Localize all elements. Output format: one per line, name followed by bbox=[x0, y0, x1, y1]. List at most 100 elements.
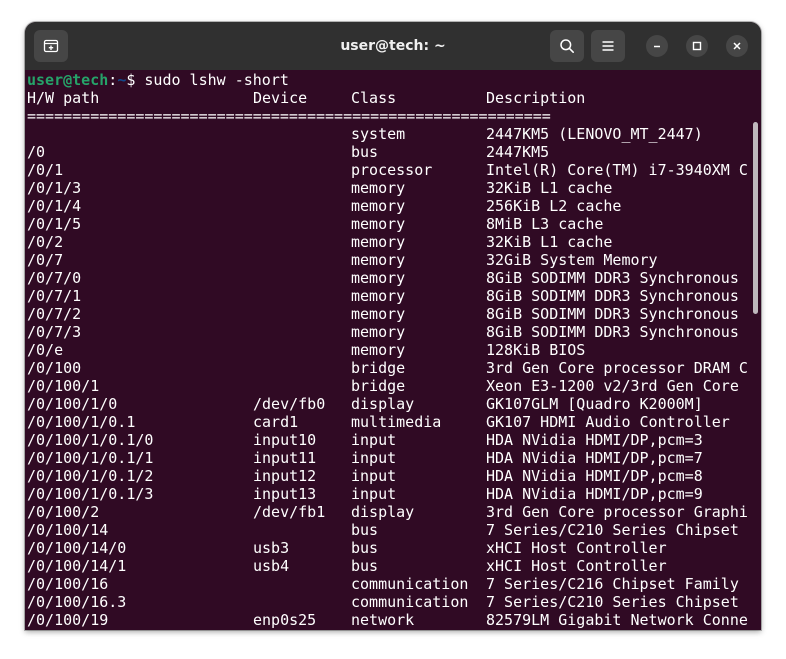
row-class: memory bbox=[351, 323, 406, 341]
table-row: /0/100/14/0 usb3 bus xHCI Host Controller bbox=[27, 539, 751, 557]
row-class: bridge bbox=[351, 377, 406, 395]
table-row: /0/100/14 bus 7 Series/C210 Series Chipset bbox=[27, 521, 751, 539]
maximize-button[interactable] bbox=[686, 35, 708, 57]
row-path: /0/100/19 bbox=[27, 611, 109, 629]
row-class: memory bbox=[351, 269, 406, 287]
minimize-icon bbox=[654, 45, 660, 48]
row-description: 2447KM5 bbox=[486, 143, 550, 161]
table-row: /0/100/14/1 usb4 bus xHCI Host Controller bbox=[27, 557, 751, 575]
row-class: memory bbox=[351, 197, 406, 215]
row-path: /0/100/14 bbox=[27, 521, 109, 539]
header-description: Description bbox=[486, 89, 586, 107]
row-class: processor bbox=[351, 161, 433, 179]
header-device: Device bbox=[253, 89, 308, 107]
row-class: bridge bbox=[351, 359, 406, 377]
row-path: /0/7 bbox=[27, 251, 64, 269]
row-description: 256KiB L2 cache bbox=[486, 197, 622, 215]
table-row: /0/100/1/0.1 card1 multimedia GK107 HDMI Au… bbox=[27, 413, 751, 431]
row-class: bus bbox=[351, 143, 379, 161]
close-button[interactable] bbox=[726, 35, 748, 57]
terminal-output[interactable]: user@tech:~$ sudo lshw -short H/W path D… bbox=[25, 70, 761, 630]
row-path: /0/100/1/0.1 bbox=[27, 413, 136, 431]
prompt-separator: : bbox=[108, 71, 118, 89]
row-description: 7 Series/C216 Chipset Family bbox=[486, 575, 739, 593]
row-path: /0/7/1 bbox=[27, 287, 82, 305]
row-description: 32KiB L1 cache bbox=[486, 179, 613, 197]
row-description: 8GiB SODIMM DDR3 Synchronous bbox=[486, 323, 739, 341]
row-description: GK107 HDMI Audio Controller bbox=[486, 413, 730, 431]
row-class: communication bbox=[351, 575, 469, 593]
table-row: /0/1/4 memory 256KiB L2 cache bbox=[27, 197, 751, 215]
row-class: memory bbox=[351, 179, 406, 197]
row-class: memory bbox=[351, 215, 406, 233]
row-path: /0/100/1/0.1/2 bbox=[27, 467, 154, 485]
row-class: memory bbox=[351, 305, 406, 323]
table-row: /0/100/1/0.1/2 input12 input HDA NVidia HDM… bbox=[27, 467, 751, 485]
row-description: xHCI Host Controller bbox=[486, 557, 667, 575]
header-class: Class bbox=[351, 89, 397, 107]
row-device: /dev/fb0 bbox=[253, 395, 326, 413]
search-button[interactable] bbox=[550, 30, 584, 62]
row-description: 32KiB L1 cache bbox=[486, 233, 613, 251]
row-class: input bbox=[351, 449, 397, 467]
row-description: Intel(R) Core(TM) i7-3940XM C bbox=[486, 161, 748, 179]
row-class: memory bbox=[351, 341, 406, 359]
row-path: /0/100/1/0.1/3 bbox=[27, 485, 154, 503]
prompt-user: user@tech bbox=[27, 71, 109, 89]
minimize-button[interactable] bbox=[646, 35, 668, 57]
row-path: /0/1/5 bbox=[27, 215, 82, 233]
row-path: /0/100/14/0 bbox=[27, 539, 127, 557]
row-device: input13 bbox=[253, 485, 317, 503]
row-path: /0/1/4 bbox=[27, 197, 82, 215]
table-row: /0/1 processor Intel(R) Core(TM) i7-3940XM… bbox=[27, 161, 751, 179]
separator-line: ========================================… bbox=[27, 107, 551, 125]
scrollbar-thumb[interactable] bbox=[753, 122, 758, 314]
row-class: input bbox=[351, 485, 397, 503]
row-path: /0/100/16 bbox=[27, 575, 109, 593]
table-header: H/W path Device Class Description bbox=[27, 89, 751, 107]
table-row: /0 bus 2447KM5 bbox=[27, 143, 751, 161]
row-device: input10 bbox=[253, 431, 317, 449]
row-description: HDA NVidia HDMI/DP,pcm=7 bbox=[486, 449, 703, 467]
row-path: /0/100/1 bbox=[27, 377, 100, 395]
row-class: bus bbox=[351, 521, 379, 539]
command-text: sudo lshw -short bbox=[135, 71, 289, 89]
prompt-path: ~ bbox=[117, 71, 127, 89]
row-description: 3rd Gen Core processor Graphi bbox=[486, 503, 748, 521]
row-device: /dev/fb1 bbox=[253, 503, 326, 521]
row-path: /0/100/14/1 bbox=[27, 557, 127, 575]
row-description: HDA NVidia HDMI/DP,pcm=9 bbox=[486, 485, 703, 503]
hamburger-menu-icon bbox=[602, 41, 614, 51]
row-path: /0/100/1/0.1/0 bbox=[27, 431, 154, 449]
terminal-window: user@tech: ~ user@tech:~$ sudo lshw -sho… bbox=[25, 22, 761, 630]
table-row: /0/100/1/0/dev/fb0 display GK107GLM [Quadr… bbox=[27, 395, 751, 413]
row-class: multimedia bbox=[351, 413, 442, 431]
row-description: 8MiB L3 cache bbox=[486, 215, 604, 233]
row-path: /0/100/16.3 bbox=[27, 593, 127, 611]
new-tab-button[interactable] bbox=[34, 30, 68, 62]
prompt-line: user@tech:~$ sudo lshw -short bbox=[27, 71, 289, 89]
row-path: /0/100 bbox=[27, 359, 82, 377]
row-class: system bbox=[351, 125, 406, 143]
row-description: 8GiB SODIMM DDR3 Synchronous bbox=[486, 269, 739, 287]
menu-button[interactable] bbox=[591, 30, 625, 62]
row-class: input bbox=[351, 431, 397, 449]
title-bar[interactable]: user@tech: ~ bbox=[25, 22, 761, 70]
row-description: 7 Series/C210 Series Chipset bbox=[486, 593, 739, 611]
row-description: 2447KM5 (LENOVO_MT_2447) bbox=[486, 125, 703, 143]
row-description: xHCI Host Controller bbox=[486, 539, 667, 557]
row-description: 3rd Gen Core processor DRAM C bbox=[486, 359, 748, 377]
row-description: 32GiB System Memory bbox=[486, 251, 658, 269]
row-class: memory bbox=[351, 251, 406, 269]
table-row: /0/7/1 memory 8GiB SODIMM DDR3 Synchronous bbox=[27, 287, 751, 305]
row-class: bus bbox=[351, 557, 379, 575]
row-class: input bbox=[351, 467, 397, 485]
row-path: /0/7/2 bbox=[27, 305, 82, 323]
search-icon bbox=[560, 39, 574, 53]
row-description: 8GiB SODIMM DDR3 Synchronous bbox=[486, 287, 739, 305]
table-row: /0/7 memory 32GiB System Memory bbox=[27, 251, 751, 269]
row-description: 8GiB SODIMM DDR3 Synchronous bbox=[486, 305, 739, 323]
table-row: /0/100/2/dev/fb1 display 3rd Gen Core proc… bbox=[27, 503, 751, 521]
row-class: network bbox=[351, 611, 415, 629]
row-device: input12 bbox=[253, 467, 317, 485]
